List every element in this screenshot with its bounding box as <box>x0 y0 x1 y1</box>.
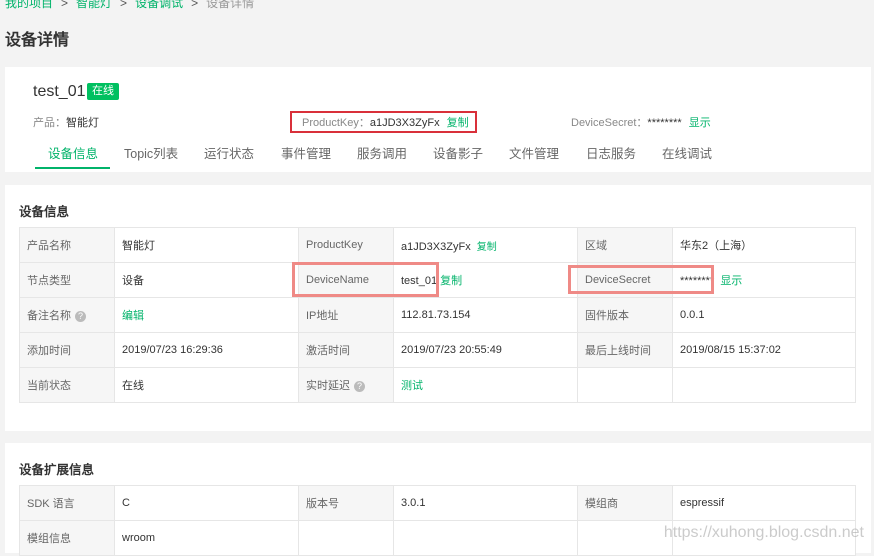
test-latency-button[interactable]: 测试 <box>401 380 423 392</box>
productkey-value: a1JD3X3ZyFx <box>401 240 471 253</box>
tab-service-call[interactable]: 服务调用 <box>357 143 407 162</box>
show-devicesecret-button[interactable]: 显示 <box>689 117 711 129</box>
cell-empty <box>298 520 394 556</box>
device-ext-table: SDK 语言 C 版本号 3.0.1 模组商 espressif 模组信息 wr… <box>19 485 856 556</box>
devicesecret-label: DeviceSecret： <box>571 117 648 129</box>
show-devicesecret-button[interactable]: 显示 <box>720 275 742 287</box>
cell-value: 2019/08/15 15:37:02 <box>672 332 856 368</box>
cell-key: 版本号 <box>298 485 394 521</box>
cell-empty <box>393 520 578 556</box>
chevron-right-icon: > <box>120 0 128 10</box>
product-value: 智能灯 <box>66 117 99 129</box>
section-title: 设备扩展信息 <box>19 463 95 477</box>
cell-empty <box>577 367 673 403</box>
copy-devicename-button[interactable]: 复制 <box>440 275 462 287</box>
help-icon[interactable]: ? <box>354 380 365 392</box>
table-row: SDK 语言 C 版本号 3.0.1 模组商 espressif <box>19 485 856 521</box>
cell-value: a1JD3X3ZyFx 复制 <box>393 227 578 263</box>
tab-online-debug[interactable]: 在线调试 <box>662 143 712 162</box>
breadcrumb-item-current: 设备详情 <box>206 0 255 10</box>
cell-key: 激活时间 <box>298 332 394 368</box>
cell-value: wroom <box>114 520 299 556</box>
cell-key: SDK 语言 <box>19 485 115 521</box>
product-label: 产品： <box>33 117 66 129</box>
chevron-right-icon: > <box>191 0 199 10</box>
highlight-box <box>568 265 714 294</box>
tab-device-info[interactable]: 设备信息 <box>48 143 98 162</box>
remark-label: 备注名称 <box>27 310 71 322</box>
cell-value: 3.0.1 <box>393 485 578 521</box>
cell-key: 区域 <box>577 227 673 263</box>
tab-device-shadow[interactable]: 设备影子 <box>433 143 483 162</box>
table-row: 备注名称? 编辑 IP地址 112.81.73.154 固件版本 0.0.1 <box>19 297 856 333</box>
cell-value: 华东2（上海） <box>672 227 856 263</box>
breadcrumb-item-projects[interactable]: 我的项目 <box>5 0 53 10</box>
cell-key: 模组商 <box>577 485 673 521</box>
cell-empty <box>672 367 856 403</box>
tab-file-management[interactable]: 文件管理 <box>509 143 559 162</box>
tab-event-management[interactable]: 事件管理 <box>281 143 331 162</box>
cell-value: 测试 <box>393 367 578 403</box>
cell-value: 编辑 <box>114 297 299 333</box>
cell-key: 节点类型 <box>19 262 115 298</box>
cell-key: 实时延迟? <box>298 367 394 403</box>
table-row: 添加时间 2019/07/23 16:29:36 激活时间 2019/07/23… <box>19 332 856 368</box>
breadcrumb: 我的项目 > 智能灯 > 设备调试 > 设备详情 <box>5 0 254 11</box>
device-name: test_01 <box>33 83 86 100</box>
cell-value: 2019/07/23 16:29:36 <box>114 332 299 368</box>
breadcrumb-item-debug[interactable]: 设备调试 <box>135 0 183 10</box>
device-header-card: test_01 在线 产品：智能灯 ProductKey：a1JD3X3ZyFx… <box>5 67 871 172</box>
cell-value: 112.81.73.154 <box>393 297 578 333</box>
cell-value: espressif <box>672 485 856 521</box>
devicesecret-meta: DeviceSecret：******** 显示 <box>571 114 711 130</box>
active-tab-indicator <box>35 167 110 169</box>
tab-bar: 设备信息 Topic列表 运行状态 事件管理 服务调用 设备影子 文件管理 日志… <box>5 135 871 171</box>
help-icon[interactable]: ? <box>75 310 86 322</box>
cell-key: 备注名称? <box>19 297 115 333</box>
chevron-right-icon: > <box>61 0 69 10</box>
tab-log-service[interactable]: 日志服务 <box>586 143 636 162</box>
cell-value: 智能灯 <box>114 227 299 263</box>
cell-value: 0.0.1 <box>672 297 856 333</box>
cell-key: IP地址 <box>298 297 394 333</box>
status-badge: 在线 <box>87 83 119 100</box>
cell-value: 2019/07/23 20:55:49 <box>393 332 578 368</box>
cell-key: ProductKey <box>298 227 394 263</box>
cell-key: 产品名称 <box>19 227 115 263</box>
latency-label: 实时延迟 <box>306 380 350 392</box>
tab-run-status[interactable]: 运行状态 <box>204 143 254 162</box>
watermark: https://xuhong.blog.csdn.net <box>663 524 864 541</box>
highlight-box <box>290 111 477 133</box>
cell-key: 添加时间 <box>19 332 115 368</box>
copy-productkey-button[interactable]: 复制 <box>477 242 497 253</box>
devicesecret-value: ******** <box>647 117 682 129</box>
product-meta: 产品：智能灯 <box>33 114 99 130</box>
cell-value: 设备 <box>114 262 299 298</box>
cell-key: 最后上线时间 <box>577 332 673 368</box>
edit-remark-button[interactable]: 编辑 <box>122 310 144 322</box>
cell-value: 在线 <box>114 367 299 403</box>
cell-key: 当前状态 <box>19 367 115 403</box>
section-title: 设备信息 <box>19 205 70 219</box>
cell-key: 模组信息 <box>19 520 115 556</box>
breadcrumb-item-product[interactable]: 智能灯 <box>76 0 112 10</box>
cell-value: C <box>114 485 299 521</box>
device-info-table: 产品名称 智能灯 ProductKey a1JD3X3ZyFx 复制 区域 华东… <box>19 227 856 403</box>
tab-topic-list[interactable]: Topic列表 <box>124 143 178 162</box>
highlight-box <box>292 262 439 297</box>
cell-key: 固件版本 <box>577 297 673 333</box>
page-title: 设备详情 <box>5 32 70 49</box>
device-info-card: 设备信息 产品名称 智能灯 ProductKey a1JD3X3ZyFx 复制 … <box>5 185 871 431</box>
table-row: 产品名称 智能灯 ProductKey a1JD3X3ZyFx 复制 区域 华东… <box>19 227 856 263</box>
cell-empty <box>577 520 673 556</box>
table-row: 当前状态 在线 实时延迟? 测试 <box>19 367 856 403</box>
